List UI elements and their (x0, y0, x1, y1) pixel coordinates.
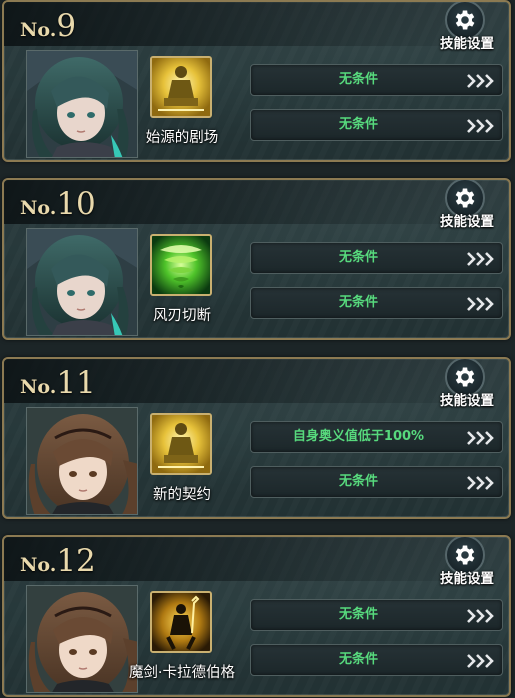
skill-settings-label: 技能设置 (440, 214, 494, 230)
skill-icon (150, 56, 212, 118)
skill-name: 始源的剧场 (145, 130, 219, 146)
skill-slot-10: No.10 技能设置 风刃切断 无条件 无条件 (2, 178, 511, 340)
condition-button-1[interactable]: 无条件 (250, 599, 503, 631)
chevron-right-icon (467, 252, 494, 266)
chevron-right-icon (467, 654, 494, 668)
slot-number: No.12 (20, 543, 96, 579)
skill-slot-9: No.9 技能设置 始源的剧场 无条件 无条件 (2, 0, 511, 162)
condition-button-2[interactable]: 无条件 (250, 109, 503, 141)
condition-button-2[interactable]: 无条件 (250, 644, 503, 676)
condition-button-2[interactable]: 无条件 (250, 466, 503, 498)
skill-settings-label: 技能设置 (440, 571, 494, 587)
skill-icon (150, 591, 212, 653)
condition-button-2[interactable]: 无条件 (250, 287, 503, 319)
gear-icon (455, 545, 475, 565)
skill-name: 新的契约 (153, 487, 211, 503)
slot-number: No.10 (20, 186, 96, 222)
gear-icon (455, 367, 475, 387)
skill-slot-11: No.11 技能设置 新的契约 自身奥义值低于100% 无条件 (2, 357, 511, 519)
condition-button-1[interactable]: 无条件 (250, 242, 503, 274)
skill-settings-button[interactable]: 技能设置 (431, 537, 503, 589)
skill-icon (150, 413, 212, 475)
chevron-right-icon (467, 297, 494, 311)
skill-settings-label: 技能设置 (440, 393, 494, 409)
slot-number: No.9 (20, 8, 77, 44)
gear-icon (455, 10, 475, 30)
skill-name: 魔剑·卡拉德伯格 (128, 665, 236, 681)
skill-settings-button[interactable]: 技能设置 (431, 180, 503, 232)
condition-button-1[interactable]: 无条件 (250, 64, 503, 96)
chevron-right-icon (467, 119, 494, 133)
chevron-right-icon (467, 476, 494, 490)
skill-settings-button[interactable]: 技能设置 (431, 2, 503, 54)
skill-name: 风刃切断 (153, 308, 211, 324)
slot-number: No.11 (20, 365, 96, 401)
skill-settings-button[interactable]: 技能设置 (431, 359, 503, 411)
condition-button-1[interactable]: 自身奥义值低于100% (250, 421, 503, 453)
skill-slot-12: No.12 技能设置 魔剑·卡拉德伯格 无条件 无条件 (2, 535, 511, 697)
chevron-right-icon (467, 609, 494, 623)
chevron-right-icon (467, 74, 494, 88)
gear-icon (455, 188, 475, 208)
skill-icon (150, 234, 212, 296)
skill-settings-label: 技能设置 (440, 36, 494, 52)
chevron-right-icon (467, 431, 494, 445)
